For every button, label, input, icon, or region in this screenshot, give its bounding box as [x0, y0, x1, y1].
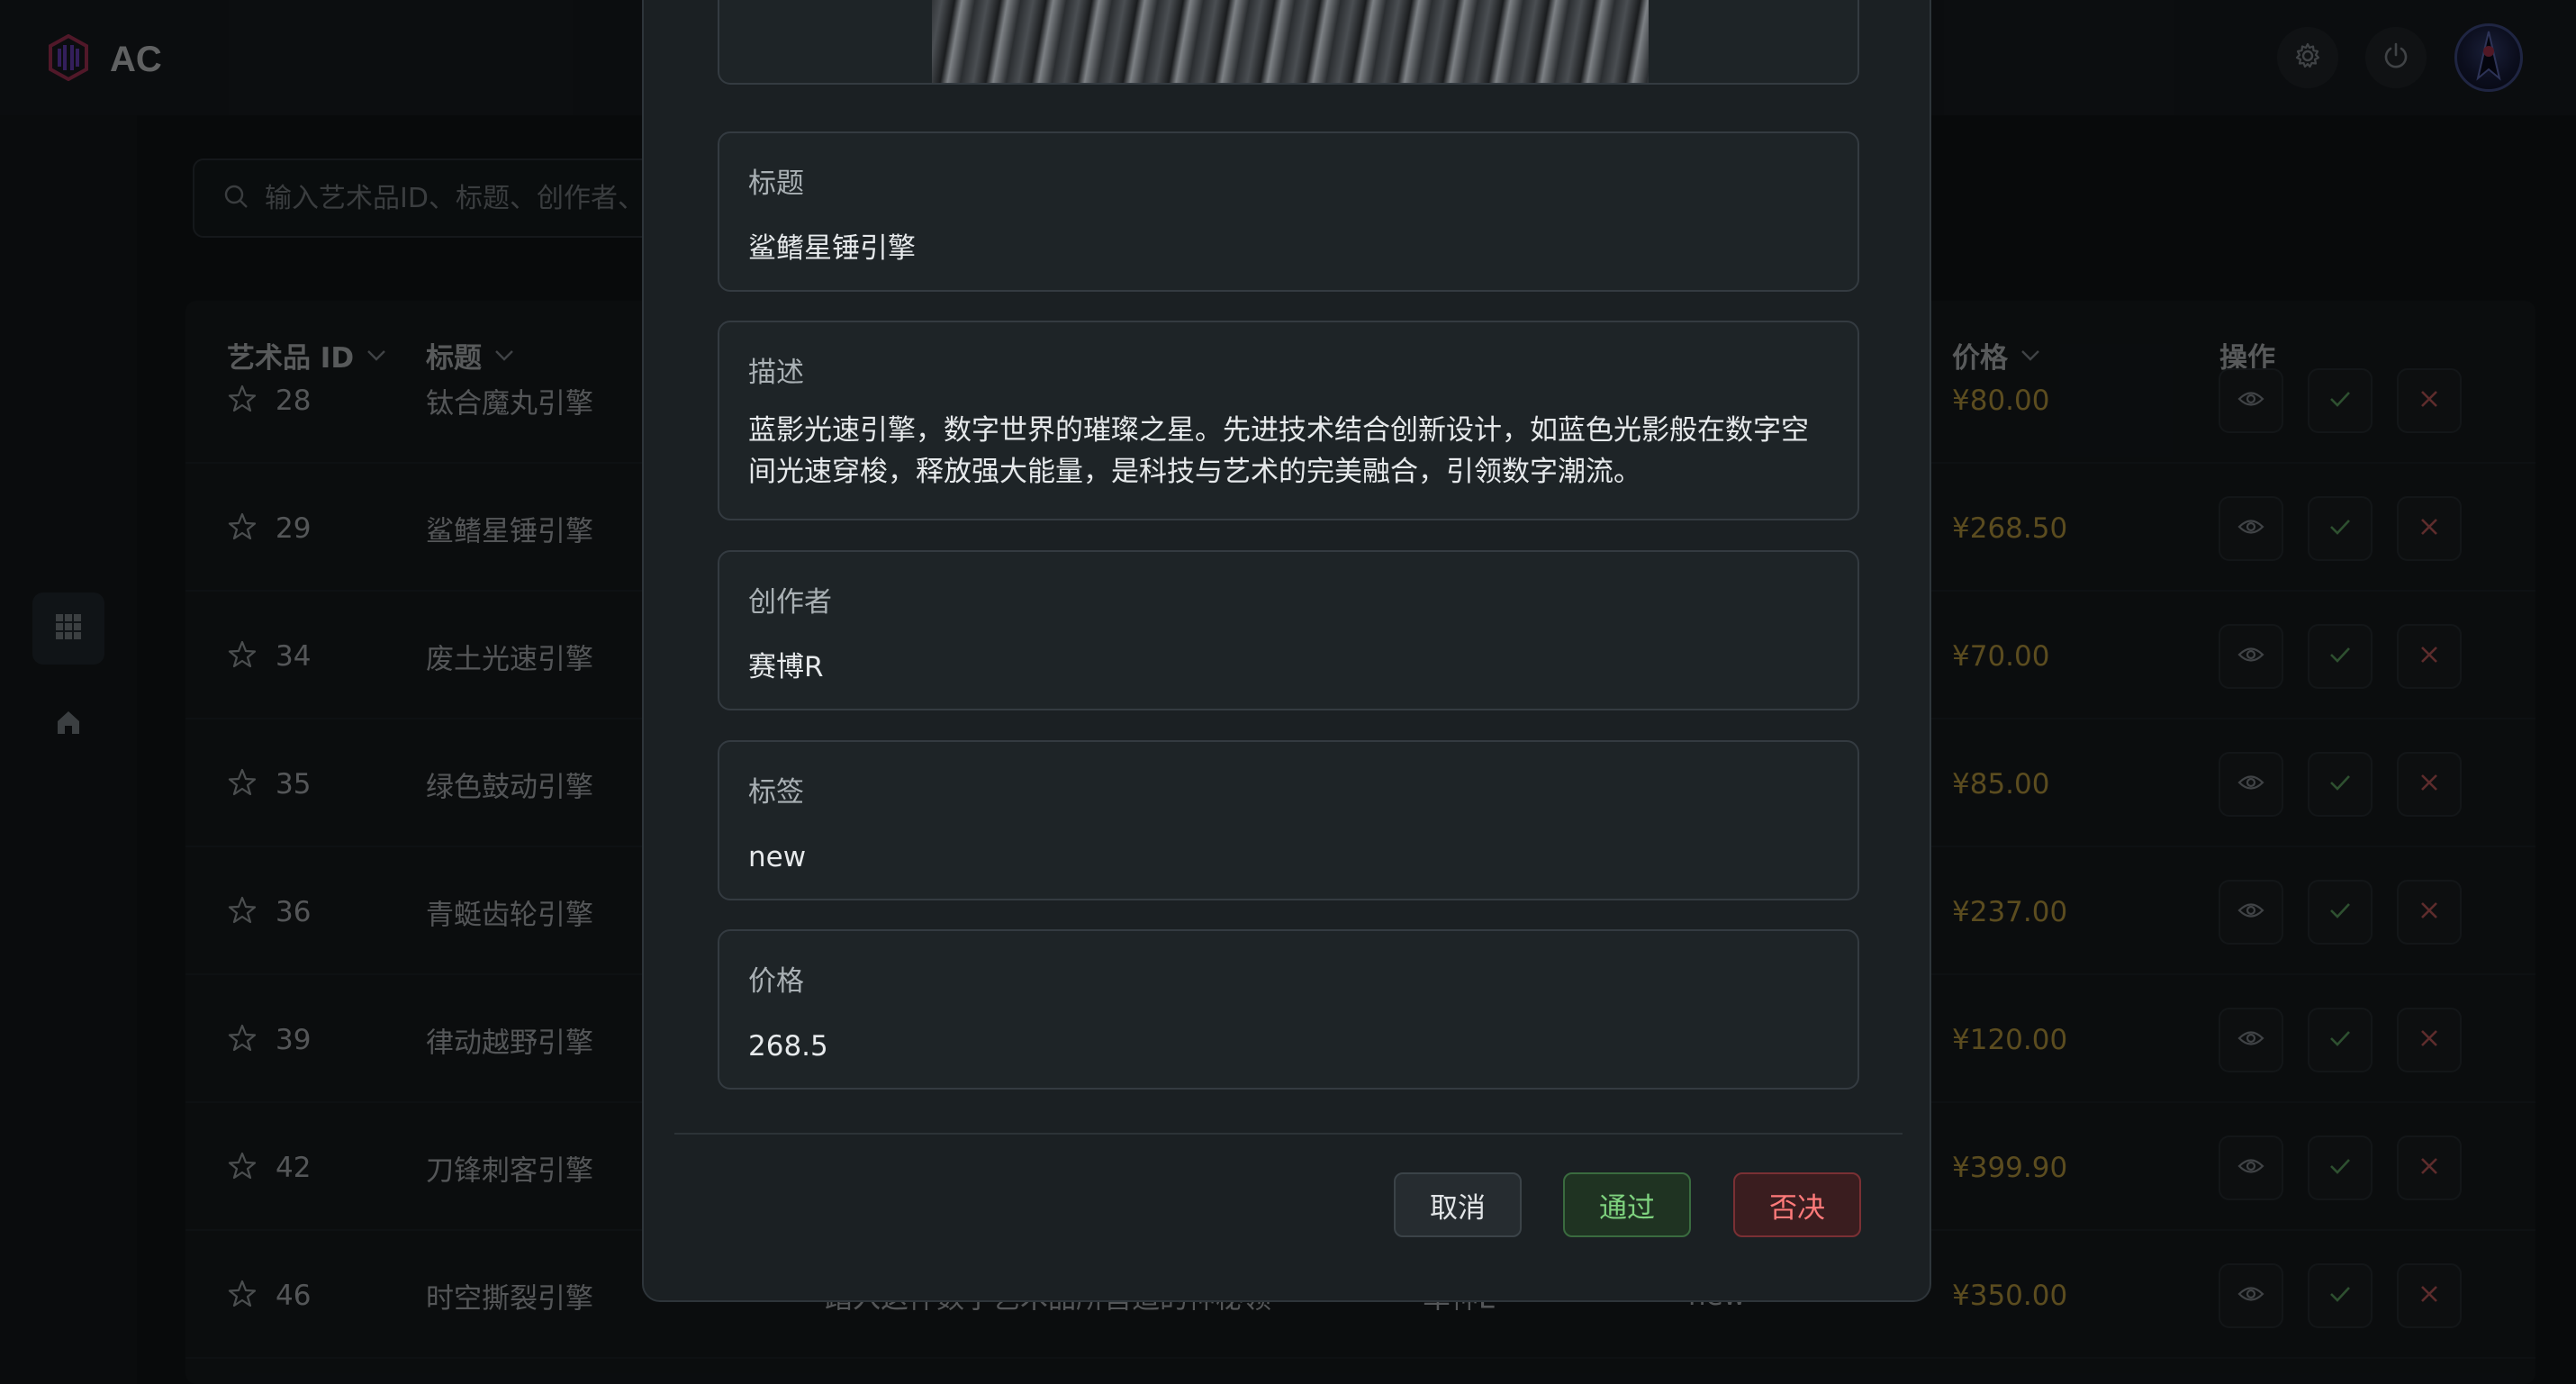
artwork-preview — [718, 0, 1859, 85]
field-price-label: 价格 — [748, 965, 804, 998]
approve-button[interactable]: 通过 — [1563, 1172, 1691, 1237]
review-modal: 标题 鲨鳍星锤引擎 描述 蓝影光速引擎，数字世界的璀璨之星。先进技术结合创新设计… — [642, 0, 1931, 1302]
field-price-value: 268.5 — [748, 1030, 828, 1063]
field-description: 描述 蓝影光速引擎，数字世界的璀璨之星。先进技术结合创新设计，如蓝色光影般在数字… — [718, 321, 1859, 520]
field-creator-value: 赛博R — [748, 651, 824, 683]
field-title-value: 鲨鳍星锤引擎 — [748, 232, 916, 265]
field-price: 价格 268.5 — [718, 929, 1859, 1090]
cancel-button[interactable]: 取消 — [1394, 1172, 1522, 1237]
field-title-label: 标题 — [748, 167, 804, 200]
field-tags-value: new — [748, 841, 807, 873]
artwork-image — [932, 0, 1649, 83]
field-tags: 标签 new — [718, 740, 1859, 900]
reject-button[interactable]: 否决 — [1733, 1172, 1861, 1237]
modal-footer-divider — [674, 1133, 1903, 1135]
field-tags-label: 标签 — [748, 776, 804, 809]
field-description-value: 蓝影光速引擎，数字世界的璀璨之星。先进技术结合创新设计，如蓝色光影般在数字空间光… — [748, 414, 1809, 488]
field-creator: 创作者 赛博R — [718, 550, 1859, 710]
field-creator-label: 创作者 — [748, 586, 832, 619]
field-description-label: 描述 — [748, 357, 804, 389]
field-title: 标题 鲨鳍星锤引擎 — [718, 131, 1859, 292]
